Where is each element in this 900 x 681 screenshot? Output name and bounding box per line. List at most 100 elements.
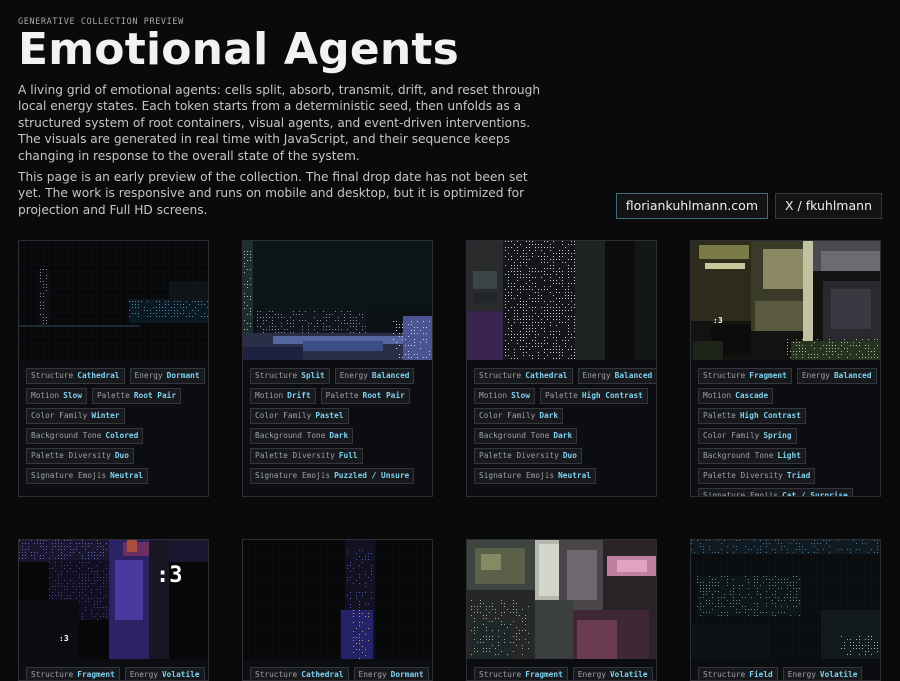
trait-list: Structure Split Energy Balanced Motion Drift P… <box>243 360 432 490</box>
trait-key: Color Family <box>703 431 760 440</box>
token-card[interactable]: Structure Split Energy Balanced Motion Drift P… <box>242 240 433 497</box>
trait-pill: Color Family Spring <box>698 428 797 444</box>
trait-value: Drift <box>287 391 311 400</box>
trait-value: Root Pair <box>133 391 177 400</box>
trait-key: Motion <box>703 391 732 400</box>
trait-value: Puzzled / Unsure <box>334 471 410 480</box>
intro-paragraph: A living grid of emotional agents: cells… <box>18 83 541 163</box>
trait-value: Cat / Surprise <box>782 491 848 497</box>
trait-list: Structure Cathedral Energy Dormant <box>243 659 432 680</box>
trait-value: Spring <box>763 431 792 440</box>
generative-artwork <box>467 241 656 360</box>
trait-key: Palette <box>96 391 130 400</box>
token-card[interactable]: Structure Cathedral Energy Balanced Motion Sl… <box>466 240 657 497</box>
trait-key: Palette Diversity <box>31 451 111 460</box>
trait-pill: Background Tone Dark <box>474 428 578 444</box>
trait-value: Cascade <box>735 391 769 400</box>
emoji-glyph: :3 <box>59 634 69 643</box>
token-card[interactable]: Structure Field Energy Volatile <box>690 539 881 681</box>
trait-value: Triad <box>786 471 811 480</box>
trait-key: Signature Emojis <box>479 471 555 480</box>
generative-artwork <box>467 540 656 659</box>
trait-list: Structure Fragment Energy Volatile <box>467 659 656 680</box>
trait-value: Root Pair <box>362 391 405 400</box>
generative-artwork: :3 <box>691 241 880 360</box>
emoji-glyph: :3 <box>156 563 183 588</box>
generative-artwork <box>19 241 208 360</box>
trait-key: Color Family <box>255 411 312 420</box>
trait-key: Color Family <box>479 411 536 420</box>
trait-pill: Energy Dormant <box>353 667 429 680</box>
trait-pill: Palette Root Pair <box>320 388 410 404</box>
trait-pill: Structure Field <box>698 667 778 680</box>
trait-pill: Palette High Contrast <box>698 408 806 424</box>
trait-key: Color Family <box>31 411 88 420</box>
token-card[interactable]: :3 Structure Fragment Energy Balanced Motion C… <box>690 240 881 497</box>
trait-pill: Energy Volatile <box>124 667 205 680</box>
trait-pill: Structure Cathedral <box>474 368 573 384</box>
trait-value: Duo <box>114 451 129 460</box>
trait-list: Structure Field Energy Volatile <box>691 659 880 680</box>
trait-key: Energy <box>339 371 368 380</box>
trait-key: Background Tone <box>703 451 774 460</box>
trait-value: Split <box>301 371 325 380</box>
generative-artwork: :3 :3 <box>19 540 208 659</box>
trait-value: Pastel <box>315 411 344 420</box>
trait-pill: Structure Split <box>250 368 330 384</box>
token-card[interactable]: Structure Fragment Energy Volatile <box>466 539 657 681</box>
trait-key: Signature Emojis <box>31 471 107 480</box>
trait-pill: Energy Balanced <box>334 368 415 384</box>
trait-value: Fragment <box>749 371 787 380</box>
trait-pill: Background Tone Colored <box>26 428 144 444</box>
trait-pill: Palette Diversity Full <box>250 448 363 464</box>
trait-key: Energy <box>582 371 611 380</box>
trait-list: Structure Cathedral Energy Balanced Motion Sl… <box>467 360 656 490</box>
trait-pill: Structure Fragment <box>474 667 568 680</box>
trait-key: Palette <box>325 391 359 400</box>
website-link[interactable]: floriankuhlmann.com <box>615 193 769 219</box>
trait-pill: Background Tone Light <box>698 448 806 464</box>
token-card[interactable]: Structure Cathedral Energy Dormant <box>242 539 433 681</box>
trait-pill: Signature Emojis Neutral <box>474 468 596 484</box>
trait-pill: Energy Volatile <box>782 667 863 680</box>
trait-value: Dormant <box>166 371 200 380</box>
trait-value: Colored <box>105 431 139 440</box>
trait-pill: Palette High Contrast <box>539 388 648 404</box>
token-card[interactable]: Structure Cathedral Energy Dormant Motion Slo… <box>18 240 209 497</box>
trait-key: Energy <box>134 371 163 380</box>
trait-key: Background Tone <box>479 431 550 440</box>
x-profile-link[interactable]: X / fkuhlmann <box>775 193 882 219</box>
trait-pill: Color Family Dark <box>474 408 564 424</box>
trait-pill: Motion Slow <box>474 388 535 404</box>
trait-pill: Structure Fragment <box>698 368 792 384</box>
trait-key: Structure <box>703 371 746 380</box>
token-card[interactable]: :3 :3 Structure Fragment Energy Volatile <box>18 539 209 681</box>
emoji-glyph: :3 <box>713 316 723 325</box>
trait-value: Dark <box>329 431 349 440</box>
trait-key: Motion <box>31 391 60 400</box>
trait-pill: Palette Root Pair <box>91 388 182 404</box>
trait-value: Balanced <box>371 371 410 380</box>
trait-value: Cathedral <box>77 371 120 380</box>
external-links: floriankuhlmann.com X / fkuhlmann <box>615 193 882 219</box>
trait-key: Palette <box>544 391 578 400</box>
trait-pill: Palette Diversity Triad <box>698 468 816 484</box>
trait-pill: Structure Fragment <box>26 667 120 680</box>
trait-value: High Contrast <box>739 411 801 420</box>
generative-artwork <box>691 540 880 659</box>
generative-artwork <box>243 241 432 360</box>
trait-value: Cathedral <box>525 371 568 380</box>
trait-value: Light <box>777 451 801 460</box>
trait-list: Structure Fragment Energy Volatile <box>19 659 208 680</box>
trait-key: Palette <box>703 411 736 420</box>
trait-pill: Palette Diversity Duo <box>474 448 582 464</box>
trait-value: Balanced <box>614 371 653 380</box>
trait-key: Signature Emojis <box>703 491 779 497</box>
trait-key: Palette Diversity <box>479 451 559 460</box>
generative-artwork <box>243 540 432 659</box>
trait-pill: Signature Emojis Puzzled / Unsure <box>250 468 415 484</box>
trait-key: Palette Diversity <box>255 451 335 460</box>
trait-pill: Color Family Winter <box>26 408 125 424</box>
trait-value: Slow <box>511 391 530 400</box>
trait-value: Duo <box>562 451 577 460</box>
